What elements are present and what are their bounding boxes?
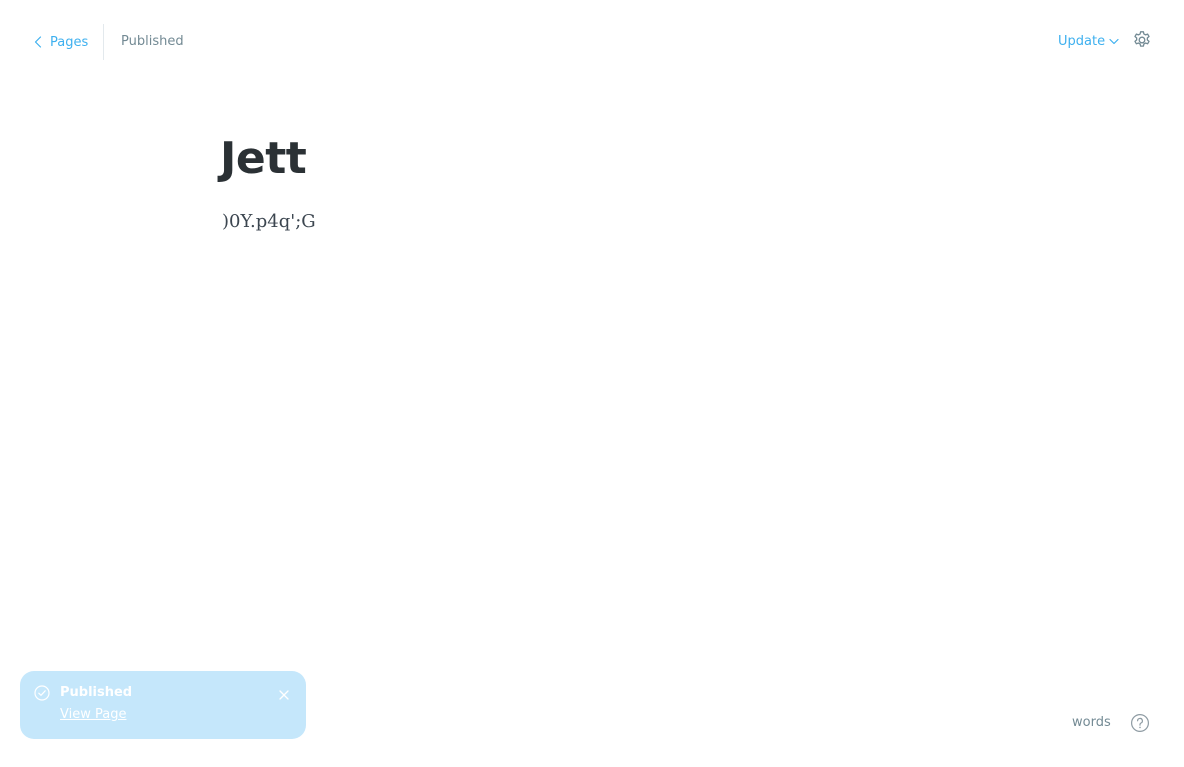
settings-button[interactable] bbox=[1131, 31, 1153, 53]
post-body[interactable]: )0Y.p4q';G bbox=[222, 208, 316, 236]
post-status: Published bbox=[121, 34, 184, 49]
check-circle-icon bbox=[34, 685, 50, 701]
post-title[interactable]: Jett bbox=[220, 130, 307, 188]
update-button[interactable]: Update bbox=[1058, 34, 1119, 49]
toast-title: Published bbox=[60, 685, 133, 700]
close-icon[interactable] bbox=[278, 686, 290, 700]
view-page-link[interactable]: View Page bbox=[60, 707, 126, 722]
editor-page: Pages Published Update Jett )0Y.p4q';G P… bbox=[0, 0, 1184, 767]
update-button-label: Update bbox=[1058, 34, 1106, 49]
question-circle-icon bbox=[1130, 714, 1150, 737]
header-divider bbox=[103, 24, 104, 60]
word-count: words bbox=[1072, 715, 1111, 730]
gear-icon bbox=[1132, 30, 1152, 54]
chevron-left-icon bbox=[34, 36, 42, 48]
back-link-label: Pages bbox=[50, 34, 89, 50]
back-to-pages-link[interactable]: Pages bbox=[34, 33, 88, 51]
chevron-down-icon bbox=[1109, 34, 1119, 49]
help-button[interactable] bbox=[1130, 713, 1150, 733]
published-toast: Published View Page bbox=[20, 671, 306, 739]
